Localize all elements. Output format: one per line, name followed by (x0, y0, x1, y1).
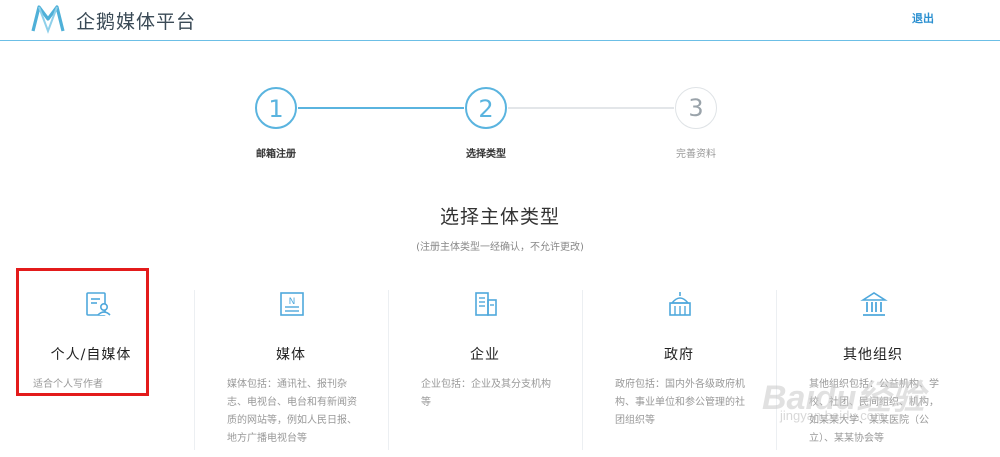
government-building-icon (669, 292, 691, 316)
card-government-name: 政府 (664, 347, 694, 363)
step-connector-todo (508, 107, 674, 109)
step-2-circle: 2 (465, 87, 507, 129)
card-enterprise[interactable]: 企业 企业包括：企业及其分支机构等 (388, 286, 582, 457)
card-media-name: 媒体 (276, 347, 306, 363)
card-government-desc: 政府包括：国内外各级政府机构、事业单位和参公管理的社团组织等 (615, 379, 745, 426)
card-enterprise-name: 企业 (470, 347, 500, 363)
institution-icon (860, 292, 888, 316)
svg-text:N: N (289, 297, 296, 307)
card-enterprise-desc: 企业包括：企业及其分支机构等 (421, 379, 551, 408)
card-media[interactable]: N 媒体 媒体包括：通讯社、报刊杂志、电视台、电台和有新闻资质的网站等，例如人民… (194, 286, 388, 457)
top-header: 企鹅媒体平台 退出 (0, 0, 1000, 41)
brand-name: 企鹅媒体平台 (76, 11, 197, 33)
step-2-label: 选择类型 (466, 149, 506, 160)
step-3-circle: 3 (675, 87, 717, 129)
page-title: 选择主体类型 (439, 206, 560, 228)
card-media-desc: 媒体包括：通讯社、报刊杂志、电视台、电台和有新闻资质的网站等，例如人民日报、地方… (227, 379, 357, 444)
building-icon (475, 292, 497, 316)
step-1-circle: 1 (255, 87, 297, 129)
highlight-box (16, 268, 149, 396)
logout-link[interactable]: 退出 (912, 10, 934, 26)
watermark-url: jingyan.baidu.com (780, 408, 885, 423)
penguin-m-logo-icon[interactable] (30, 4, 66, 34)
page-subtitle: (注册主体类型一经确认，不允许更改) (416, 242, 584, 253)
card-government[interactable]: 政府 政府包括：国内外各级政府机构、事业单位和参公管理的社团组织等 (582, 286, 776, 457)
card-other-org-name: 其他组织 (843, 347, 903, 363)
step-1-label: 邮箱注册 (256, 149, 296, 160)
newspaper-icon: N (280, 292, 304, 316)
step-3-label: 完善资料 (676, 149, 716, 160)
step-connector-done (298, 107, 464, 109)
